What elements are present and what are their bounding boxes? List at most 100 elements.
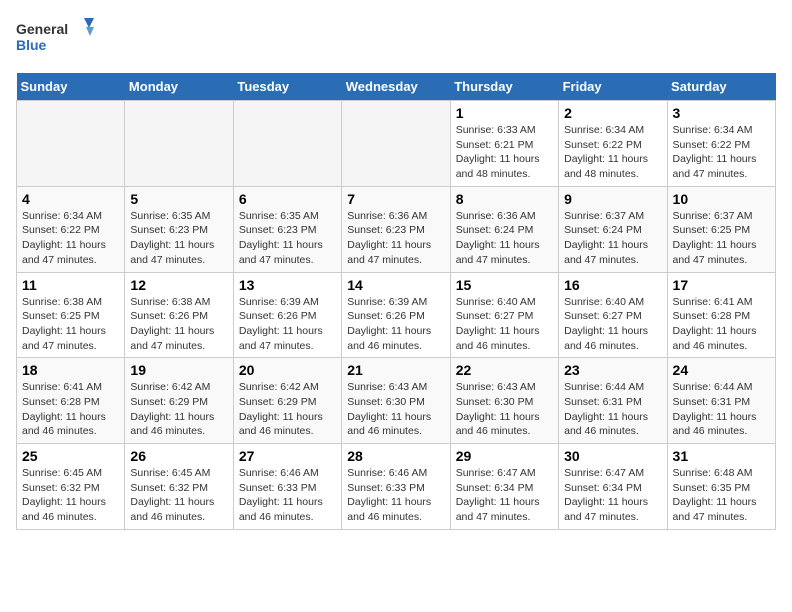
- calendar-cell: 24Sunrise: 6:44 AMSunset: 6:31 PMDayligh…: [667, 358, 775, 444]
- logo: General Blue: [16, 16, 96, 61]
- day-number: 20: [239, 362, 336, 378]
- calendar-cell: 16 Sunrise: 6:40 AMSunset: 6:27 PMDayligh…: [559, 272, 667, 358]
- calendar-cell: 11 Sunrise: 6:38 AMSunset: 6:25 PMDayligh…: [17, 272, 125, 358]
- day-number: 30: [564, 448, 661, 464]
- day-info: Sunrise: 6:45 AMSunset: 6:32 PMDaylight:…: [22, 466, 119, 525]
- day-info: Sunrise: 6:41 AMSunset: 6:28 PMDaylight:…: [22, 380, 119, 439]
- week-row-3: 11 Sunrise: 6:38 AMSunset: 6:25 PMDayligh…: [17, 272, 776, 358]
- calendar-cell: 1Sunrise: 6:33 AMSunset: 6:21 PMDaylight…: [450, 101, 558, 187]
- day-number: 19: [130, 362, 227, 378]
- week-row-2: 4 Sunrise: 6:34 AMSunset: 6:22 PMDaylight…: [17, 186, 776, 272]
- day-info: Sunrise: 6:34 AMSunset: 6:22 PMDaylight:…: [22, 209, 119, 268]
- calendar-cell: 12 Sunrise: 6:38 AMSunset: 6:26 PMDayligh…: [125, 272, 233, 358]
- calendar-cell: 30Sunrise: 6:47 AMSunset: 6:34 PMDayligh…: [559, 444, 667, 530]
- day-info: Sunrise: 6:37 AMSunset: 6:25 PMDaylight:…: [673, 209, 770, 268]
- day-number: 14: [347, 277, 444, 293]
- week-row-1: 1Sunrise: 6:33 AMSunset: 6:21 PMDaylight…: [17, 101, 776, 187]
- day-info: Sunrise: 6:38 AMSunset: 6:25 PMDaylight:…: [22, 295, 119, 354]
- day-info: Sunrise: 6:41 AMSunset: 6:28 PMDaylight:…: [673, 295, 770, 354]
- day-number: 4: [22, 191, 119, 207]
- day-number: 28: [347, 448, 444, 464]
- day-number: 11: [22, 277, 119, 293]
- day-number: 8: [456, 191, 553, 207]
- day-info: Sunrise: 6:35 AMSunset: 6:23 PMDaylight:…: [239, 209, 336, 268]
- day-info: Sunrise: 6:39 AMSunset: 6:26 PMDaylight:…: [347, 295, 444, 354]
- svg-text:Blue: Blue: [16, 37, 47, 53]
- calendar-cell: 25 Sunrise: 6:45 AMSunset: 6:32 PMDayligh…: [17, 444, 125, 530]
- calendar-cell: 28 Sunrise: 6:46 AMSunset: 6:33 PMDayligh…: [342, 444, 450, 530]
- calendar-cell: 21Sunrise: 6:43 AMSunset: 6:30 PMDayligh…: [342, 358, 450, 444]
- calendar-cell: [342, 101, 450, 187]
- day-number: 25: [22, 448, 119, 464]
- day-number: 7: [347, 191, 444, 207]
- calendar-cell: 2 Sunrise: 6:34 AMSunset: 6:22 PMDaylight…: [559, 101, 667, 187]
- calendar-cell: 26 Sunrise: 6:45 AMSunset: 6:32 PMDayligh…: [125, 444, 233, 530]
- col-header-thursday: Thursday: [450, 73, 558, 101]
- calendar-cell: 20 Sunrise: 6:42 AMSunset: 6:29 PMDayligh…: [233, 358, 341, 444]
- logo-svg: General Blue: [16, 16, 96, 61]
- day-number: 16: [564, 277, 661, 293]
- day-number: 15: [456, 277, 553, 293]
- calendar-cell: [125, 101, 233, 187]
- calendar-cell: 29 Sunrise: 6:47 AMSunset: 6:34 PMDayligh…: [450, 444, 558, 530]
- calendar-cell: 13 Sunrise: 6:39 AMSunset: 6:26 PMDayligh…: [233, 272, 341, 358]
- day-info: Sunrise: 6:38 AMSunset: 6:26 PMDaylight:…: [130, 295, 227, 354]
- day-info: Sunrise: 6:45 AMSunset: 6:32 PMDaylight:…: [130, 466, 227, 525]
- day-info: Sunrise: 6:34 AMSunset: 6:22 PMDaylight:…: [564, 123, 661, 182]
- day-info: Sunrise: 6:34 AMSunset: 6:22 PMDaylight:…: [673, 123, 770, 182]
- day-number: 10: [673, 191, 770, 207]
- day-info: Sunrise: 6:39 AMSunset: 6:26 PMDaylight:…: [239, 295, 336, 354]
- week-row-5: 25 Sunrise: 6:45 AMSunset: 6:32 PMDayligh…: [17, 444, 776, 530]
- calendar-cell: 17Sunrise: 6:41 AMSunset: 6:28 PMDayligh…: [667, 272, 775, 358]
- day-number: 31: [673, 448, 770, 464]
- col-header-wednesday: Wednesday: [342, 73, 450, 101]
- day-info: Sunrise: 6:43 AMSunset: 6:30 PMDaylight:…: [347, 380, 444, 439]
- col-header-tuesday: Tuesday: [233, 73, 341, 101]
- day-info: Sunrise: 6:47 AMSunset: 6:34 PMDaylight:…: [456, 466, 553, 525]
- calendar-cell: 22 Sunrise: 6:43 AMSunset: 6:30 PMDayligh…: [450, 358, 558, 444]
- week-row-4: 18Sunrise: 6:41 AMSunset: 6:28 PMDayligh…: [17, 358, 776, 444]
- calendar-cell: 31 Sunrise: 6:48 AMSunset: 6:35 PMDayligh…: [667, 444, 775, 530]
- day-info: Sunrise: 6:42 AMSunset: 6:29 PMDaylight:…: [130, 380, 227, 439]
- calendar-cell: 27Sunrise: 6:46 AMSunset: 6:33 PMDayligh…: [233, 444, 341, 530]
- day-number: 5: [130, 191, 227, 207]
- calendar-cell: 7 Sunrise: 6:36 AMSunset: 6:23 PMDaylight…: [342, 186, 450, 272]
- day-number: 2: [564, 105, 661, 121]
- calendar-cell: 14 Sunrise: 6:39 AMSunset: 6:26 PMDayligh…: [342, 272, 450, 358]
- day-info: Sunrise: 6:42 AMSunset: 6:29 PMDaylight:…: [239, 380, 336, 439]
- calendar-cell: 3 Sunrise: 6:34 AMSunset: 6:22 PMDaylight…: [667, 101, 775, 187]
- calendar-cell: 8 Sunrise: 6:36 AMSunset: 6:24 PMDaylight…: [450, 186, 558, 272]
- day-info: Sunrise: 6:43 AMSunset: 6:30 PMDaylight:…: [456, 380, 553, 439]
- header-row: SundayMondayTuesdayWednesdayThursdayFrid…: [17, 73, 776, 101]
- col-header-saturday: Saturday: [667, 73, 775, 101]
- calendar-cell: 10 Sunrise: 6:37 AMSunset: 6:25 PMDayligh…: [667, 186, 775, 272]
- day-info: Sunrise: 6:37 AMSunset: 6:24 PMDaylight:…: [564, 209, 661, 268]
- day-number: 29: [456, 448, 553, 464]
- day-info: Sunrise: 6:46 AMSunset: 6:33 PMDaylight:…: [239, 466, 336, 525]
- header: General Blue: [16, 16, 776, 61]
- calendar-cell: [17, 101, 125, 187]
- day-number: 1: [456, 105, 553, 121]
- day-info: Sunrise: 6:40 AMSunset: 6:27 PMDaylight:…: [564, 295, 661, 354]
- day-number: 24: [673, 362, 770, 378]
- day-number: 3: [673, 105, 770, 121]
- col-header-friday: Friday: [559, 73, 667, 101]
- day-number: 22: [456, 362, 553, 378]
- svg-text:General: General: [16, 21, 68, 37]
- day-info: Sunrise: 6:36 AMSunset: 6:23 PMDaylight:…: [347, 209, 444, 268]
- day-info: Sunrise: 6:48 AMSunset: 6:35 PMDaylight:…: [673, 466, 770, 525]
- calendar-cell: 15 Sunrise: 6:40 AMSunset: 6:27 PMDayligh…: [450, 272, 558, 358]
- calendar-cell: 9Sunrise: 6:37 AMSunset: 6:24 PMDaylight…: [559, 186, 667, 272]
- calendar-table: SundayMondayTuesdayWednesdayThursdayFrid…: [16, 73, 776, 530]
- calendar-cell: 6Sunrise: 6:35 AMSunset: 6:23 PMDaylight…: [233, 186, 341, 272]
- day-info: Sunrise: 6:46 AMSunset: 6:33 PMDaylight:…: [347, 466, 444, 525]
- calendar-cell: 19 Sunrise: 6:42 AMSunset: 6:29 PMDayligh…: [125, 358, 233, 444]
- day-info: Sunrise: 6:36 AMSunset: 6:24 PMDaylight:…: [456, 209, 553, 268]
- day-info: Sunrise: 6:35 AMSunset: 6:23 PMDaylight:…: [130, 209, 227, 268]
- calendar-cell: 4 Sunrise: 6:34 AMSunset: 6:22 PMDaylight…: [17, 186, 125, 272]
- day-number: 12: [130, 277, 227, 293]
- day-number: 13: [239, 277, 336, 293]
- day-info: Sunrise: 6:44 AMSunset: 6:31 PMDaylight:…: [564, 380, 661, 439]
- day-number: 26: [130, 448, 227, 464]
- day-info: Sunrise: 6:40 AMSunset: 6:27 PMDaylight:…: [456, 295, 553, 354]
